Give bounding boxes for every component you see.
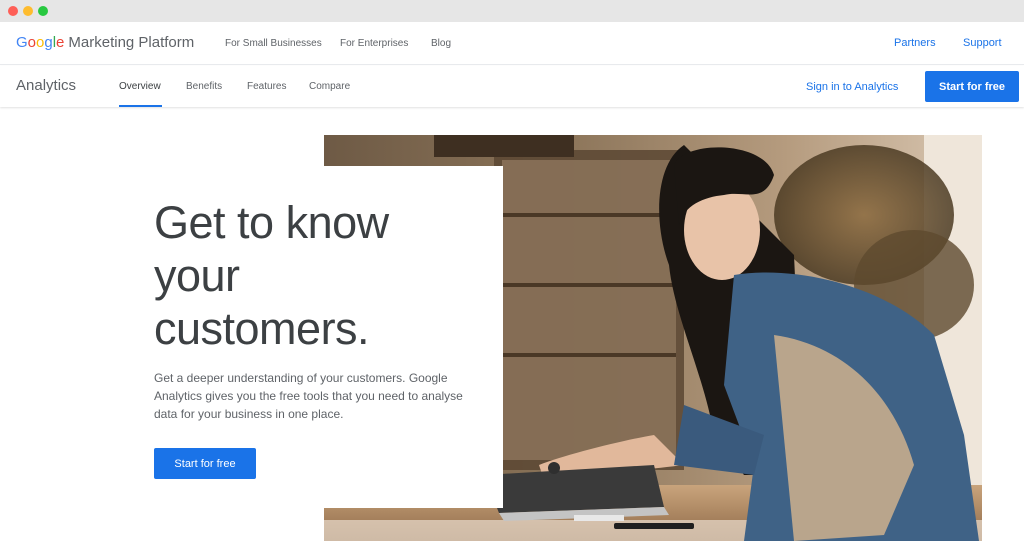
maximize-window-button[interactable] xyxy=(38,6,48,16)
browser-window: Google Marketing Platform For Small Busin… xyxy=(0,0,1024,541)
minimize-window-button[interactable] xyxy=(23,6,33,16)
active-tab-indicator xyxy=(119,105,162,107)
product-title: Analytics xyxy=(16,77,77,94)
hero-title-line: Get to know xyxy=(154,197,389,248)
logo-letter: o xyxy=(27,34,37,51)
nav-link-partners[interactable]: Partners xyxy=(894,37,936,49)
tab-benefits[interactable]: Benefits xyxy=(186,81,222,92)
window-titlebar xyxy=(0,0,1024,22)
brand-product-name: Marketing Platform xyxy=(68,34,195,51)
nav-link-blog[interactable]: Blog xyxy=(431,38,451,49)
hero-description: Get a deeper understanding of your custo… xyxy=(154,371,463,421)
start-for-free-button-hero[interactable]: Start for free xyxy=(154,448,256,479)
tab-compare[interactable]: Compare xyxy=(309,81,350,92)
nav-link-small-businesses[interactable]: For Small Businesses xyxy=(225,38,322,49)
hero-title-line: your xyxy=(154,250,240,301)
close-window-button[interactable] xyxy=(8,6,18,16)
hero-title: Get to know your customers. xyxy=(154,196,494,355)
google-marketing-platform-logo[interactable]: Google Marketing Platform xyxy=(16,34,194,51)
logo-letter: g xyxy=(44,34,53,51)
nav-link-support[interactable]: Support xyxy=(963,37,1002,49)
sign-in-link[interactable]: Sign in to Analytics xyxy=(806,81,898,93)
logo-letter: G xyxy=(16,34,28,51)
hero-title-line: customers. xyxy=(154,303,370,354)
product-subnav: Analytics Overview Benefits Features Com… xyxy=(0,66,1024,107)
tab-overview[interactable]: Overview xyxy=(119,81,161,92)
tab-features[interactable]: Features xyxy=(247,81,286,92)
nav-link-enterprises[interactable]: For Enterprises xyxy=(340,38,408,49)
logo-letter: e xyxy=(56,34,65,51)
top-navigation: Google Marketing Platform For Small Busin… xyxy=(0,22,1024,65)
start-for-free-button-header[interactable]: Start for free xyxy=(925,71,1019,102)
